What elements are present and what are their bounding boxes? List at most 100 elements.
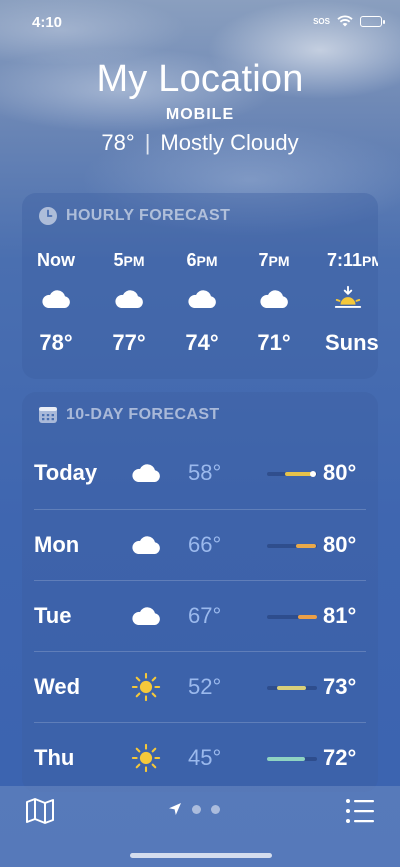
- hourly-item: Now 78°: [22, 245, 93, 363]
- day-low-temp: 45°: [188, 745, 222, 770]
- day-low-temp: 52°: [188, 674, 222, 699]
- day-icon: [128, 527, 164, 563]
- cloud-icon: [132, 607, 160, 625]
- home-indicator[interactable]: [130, 853, 272, 858]
- hour-temp: Sunset: [325, 330, 378, 355]
- cloud-icon: [260, 290, 288, 308]
- hour-icon: [311, 275, 378, 323]
- day-icon: [128, 669, 164, 705]
- day-name: Thu: [34, 745, 75, 770]
- day-icon: [128, 455, 164, 491]
- day-low-temp: 67°: [188, 603, 222, 628]
- hour-icon: [165, 275, 239, 323]
- temp-range-fill: [267, 757, 305, 761]
- hour-value: 7:11: [327, 250, 363, 270]
- hourly-item: 7PM 71°: [237, 245, 311, 363]
- daily-forecast-row[interactable]: Today 58° 80°: [34, 438, 366, 509]
- current-conditions: 78° | Mostly Cloudy: [0, 130, 400, 156]
- map-icon[interactable]: [24, 796, 56, 826]
- hour-icon: [22, 275, 93, 323]
- cloud-icon: [188, 290, 216, 308]
- hourly-forecast-title: HOURLY FORECAST: [66, 207, 231, 224]
- page-indicator[interactable]: [168, 802, 220, 816]
- cloud-icon: [132, 536, 160, 554]
- temp-range-bar: [267, 471, 317, 477]
- clock-icon: [39, 207, 57, 225]
- hourly-item: 7:11PM Sunset: [311, 245, 378, 363]
- day-name: Wed: [34, 674, 81, 699]
- hour-temp: 71°: [257, 330, 291, 355]
- day-high-temp: 80°: [323, 460, 357, 485]
- hour-label: 5PM: [92, 245, 166, 275]
- battery-icon: [360, 15, 385, 27]
- hour-ampm: PM: [268, 253, 290, 269]
- daily-forecast-row[interactable]: Mon 66° 80°: [34, 509, 366, 580]
- hour-value: 6: [186, 250, 197, 270]
- ten-day-forecast-header: 10-DAY FORECAST: [22, 392, 378, 438]
- location-header: My Location MOBILE 78° | Mostly Cloudy: [0, 56, 400, 156]
- sos-indicator: SOS: [313, 16, 330, 26]
- hour-value: 7: [258, 250, 269, 270]
- hour-label: Now: [22, 245, 93, 275]
- hour-temp: 77°: [112, 330, 146, 355]
- bottom-toolbar: [0, 786, 400, 867]
- cloud-icon: [115, 290, 143, 308]
- cloud-icon: [132, 464, 160, 482]
- hour-label: 7PM: [237, 245, 311, 275]
- hourly-item: 6PM 74°: [165, 245, 239, 363]
- temp-range-fill: [297, 615, 317, 619]
- current-condition: Mostly Cloudy: [160, 130, 299, 155]
- day-icon: [128, 598, 164, 634]
- hour-value: Now: [37, 250, 75, 270]
- list-icon[interactable]: [344, 796, 376, 826]
- location-arrow-icon[interactable]: [168, 802, 182, 816]
- sun-icon: [131, 672, 161, 702]
- separator: |: [144, 130, 151, 155]
- hour-value: 5: [113, 250, 124, 270]
- day-name: Today: [34, 460, 98, 485]
- calendar-icon: [39, 407, 57, 423]
- current-temp-dot: [309, 471, 316, 477]
- hour-temp: 74°: [185, 330, 219, 355]
- day-high-temp: 81°: [323, 603, 357, 628]
- hour-icon: [237, 275, 311, 323]
- sunset-icon: [334, 285, 362, 308]
- hour-temp: 78°: [39, 330, 73, 355]
- daily-forecast-row[interactable]: Thu 45° 72°: [34, 722, 366, 792]
- ten-day-forecast-title: 10-DAY FORECAST: [66, 406, 220, 423]
- current-temp: 78°: [101, 130, 135, 155]
- day-low-temp: 66°: [188, 532, 222, 557]
- hour-ampm: PM: [196, 253, 218, 269]
- hour-label: 6PM: [165, 245, 239, 275]
- temp-range-bar: [267, 544, 317, 548]
- hour-ampm: PM: [362, 253, 378, 269]
- day-name: Mon: [34, 532, 80, 557]
- temp-range-bar: [267, 615, 317, 619]
- day-high-temp: 72°: [323, 745, 357, 770]
- daily-forecast-row[interactable]: Tue 67° 81°: [34, 580, 366, 651]
- location-title: My Location: [96, 58, 304, 100]
- status-time: 4:10: [32, 14, 63, 31]
- temp-range-bar: [267, 757, 317, 761]
- daily-forecast-row[interactable]: Wed 52° 73°: [34, 651, 366, 722]
- wifi-icon: [337, 15, 353, 27]
- cloud-icon: [42, 290, 70, 308]
- hourly-forecast-row[interactable]: Now78°5PM77°6PM74°7PM71°7:11PMSunset: [22, 245, 378, 375]
- sun-icon: [131, 743, 161, 773]
- day-low-temp: 58°: [188, 460, 222, 485]
- page-dot[interactable]: [211, 804, 220, 814]
- hour-label: 7:11PM: [311, 245, 378, 275]
- page-dot[interactable]: [192, 804, 201, 814]
- hourly-forecast-card[interactable]: HOURLY FORECAST Now 78° 5PM 77° 6PM 74° 7PM 71°…: [22, 193, 378, 379]
- status-bar: 4:10 SOS: [0, 0, 400, 44]
- temp-range-fill: [276, 686, 306, 690]
- ten-day-forecast-card[interactable]: 10-DAY FORECAST Today 58° 80° Mon 66° 80° Tue 6…: [22, 392, 378, 792]
- day-high-temp: 80°: [323, 532, 357, 557]
- hour-ampm: PM: [123, 253, 145, 269]
- hourly-item: 5PM 77°: [92, 245, 166, 363]
- temp-range-bar: [267, 686, 317, 690]
- day-high-temp: 73°: [323, 674, 357, 699]
- temp-range-fill: [296, 544, 316, 548]
- hourly-forecast-header: HOURLY FORECAST: [22, 193, 378, 239]
- hour-icon: [92, 275, 166, 323]
